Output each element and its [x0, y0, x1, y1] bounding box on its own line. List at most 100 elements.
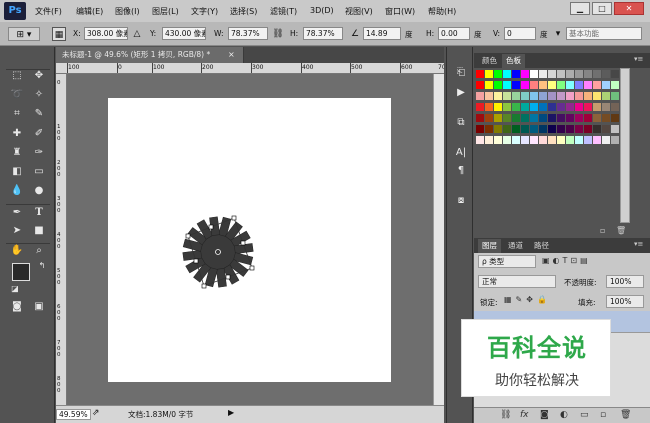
transform-handle[interactable]	[225, 274, 231, 280]
transform-handle[interactable]	[193, 258, 199, 264]
menu-filter[interactable]: 滤镜(T)	[270, 6, 297, 17]
color-swatch[interactable]	[611, 103, 619, 111]
tab-swatches[interactable]: 色板	[502, 54, 525, 68]
zoom-field[interactable]: 49.59%	[56, 409, 91, 420]
menu-help[interactable]: 帮助(H)	[428, 6, 456, 17]
color-swatch[interactable]	[593, 125, 601, 133]
color-swatch[interactable]	[530, 81, 538, 89]
transform-handle[interactable]	[208, 224, 214, 230]
color-swatch[interactable]	[503, 114, 511, 122]
color-swatch[interactable]	[593, 136, 601, 144]
color-swatch[interactable]	[548, 81, 556, 89]
color-swatch[interactable]	[485, 92, 493, 100]
color-swatch[interactable]	[602, 92, 610, 100]
color-swatch[interactable]	[548, 103, 556, 111]
color-swatch[interactable]	[476, 81, 484, 89]
color-swatch[interactable]	[575, 125, 583, 133]
color-swatch[interactable]	[566, 114, 574, 122]
quick-mask-icon[interactable]: ◙	[8, 299, 26, 315]
color-swatch[interactable]	[566, 81, 574, 89]
eyedropper-tool-icon[interactable]: ✎	[30, 106, 48, 122]
transform-handle[interactable]	[201, 283, 207, 289]
color-swatch[interactable]	[539, 114, 547, 122]
fill-field[interactable]: 100%	[606, 295, 644, 308]
vertical-scrollbar[interactable]	[433, 74, 444, 405]
color-swatch[interactable]	[494, 114, 502, 122]
color-swatch[interactable]	[494, 136, 502, 144]
layer-style-icon[interactable]: fx	[520, 410, 529, 420]
color-swatch[interactable]	[593, 103, 601, 111]
warp-icon[interactable]: ▾	[553, 27, 563, 41]
color-swatch[interactable]	[476, 136, 484, 144]
color-swatch[interactable]	[602, 136, 610, 144]
color-swatch[interactable]	[539, 103, 547, 111]
opacity-field[interactable]: 100%	[606, 275, 644, 288]
horizontal-skew-field[interactable]: 0.00	[438, 27, 470, 40]
color-swatch[interactable]	[566, 136, 574, 144]
blur-tool-icon[interactable]: 💧	[8, 183, 26, 199]
color-swatch[interactable]	[584, 125, 592, 133]
transform-handle[interactable]	[240, 240, 246, 246]
color-swatch[interactable]	[539, 81, 547, 89]
healing-brush-tool-icon[interactable]: ✚	[8, 126, 26, 142]
color-swatch[interactable]	[512, 125, 520, 133]
move-tool-icon[interactable]: ✥	[30, 68, 48, 84]
color-swatch[interactable]	[521, 125, 529, 133]
tab-layers[interactable]: 图层	[478, 239, 501, 253]
menu-type[interactable]: 文字(Y)	[191, 6, 218, 17]
properties-panel-icon[interactable]: ⧉	[451, 115, 471, 131]
color-swatch[interactable]	[575, 136, 583, 144]
color-swatch[interactable]	[539, 70, 547, 78]
color-swatch[interactable]	[548, 125, 556, 133]
transform-handle[interactable]	[231, 215, 237, 221]
color-swatch[interactable]	[593, 92, 601, 100]
actions-panel-icon[interactable]: ▶	[451, 85, 471, 101]
menu-image[interactable]: 图像(I)	[115, 6, 140, 17]
adjustment-layer-icon[interactable]: ◐	[560, 410, 568, 420]
starburst-shape[interactable]	[176, 210, 260, 294]
paragraph-panel-icon[interactable]: ¶	[451, 163, 471, 179]
delete-layer-icon[interactable]: 🗑	[620, 410, 631, 420]
link-icon[interactable]: ⛓	[271, 27, 285, 41]
color-swatch[interactable]	[584, 114, 592, 122]
x-position-field[interactable]: 308.00 像素	[84, 27, 128, 40]
color-swatch[interactable]	[602, 125, 610, 133]
menu-edit[interactable]: 编辑(E)	[76, 6, 103, 17]
height-field[interactable]: 78.37%	[303, 27, 343, 40]
color-swatch[interactable]	[521, 70, 529, 78]
color-swatch[interactable]	[584, 81, 592, 89]
color-swatch[interactable]	[557, 136, 565, 144]
color-swatch[interactable]	[476, 103, 484, 111]
panel-menu-icon[interactable]: ▾≡	[634, 240, 643, 248]
delete-swatch-icon[interactable]: 🗑	[616, 226, 626, 235]
color-swatch[interactable]	[503, 103, 511, 111]
color-swatch[interactable]	[476, 114, 484, 122]
color-swatch[interactable]	[521, 114, 529, 122]
color-swatch[interactable]	[485, 70, 493, 78]
color-swatch[interactable]	[530, 114, 538, 122]
color-swatch[interactable]	[494, 70, 502, 78]
history-brush-tool-icon[interactable]: ✑	[30, 145, 48, 161]
color-swatch[interactable]	[575, 103, 583, 111]
rectangle-tool-icon[interactable]: ■	[30, 223, 48, 239]
color-swatch[interactable]	[566, 92, 574, 100]
color-swatch[interactable]	[503, 92, 511, 100]
color-swatch[interactable]	[539, 125, 547, 133]
color-swatch[interactable]	[584, 136, 592, 144]
layer-filter-select[interactable]: ρ 类型	[478, 255, 536, 268]
color-swatch[interactable]	[503, 70, 511, 78]
type-tool-icon[interactable]: T	[30, 205, 48, 221]
crop-tool-icon[interactable]: ⌗	[8, 106, 26, 122]
color-swatch[interactable]	[512, 114, 520, 122]
color-swatch[interactable]	[602, 70, 610, 78]
document-tab[interactable]: 未标题-1 @ 49.6% (矩形 1 拷贝, RGB/8) *	[56, 47, 244, 63]
add-mask-icon[interactable]: ◙	[540, 410, 549, 420]
color-swatch[interactable]	[557, 92, 565, 100]
layer-comps-panel-icon[interactable]: ⧇	[451, 193, 471, 209]
color-swatch[interactable]	[575, 81, 583, 89]
status-menu-arrow-icon[interactable]: ▶	[228, 408, 234, 417]
menu-layer[interactable]: 图层(L)	[152, 6, 179, 17]
workspace-select[interactable]: 基本功能	[566, 27, 642, 40]
menu-select[interactable]: 选择(S)	[230, 6, 257, 17]
color-swatch[interactable]	[485, 114, 493, 122]
